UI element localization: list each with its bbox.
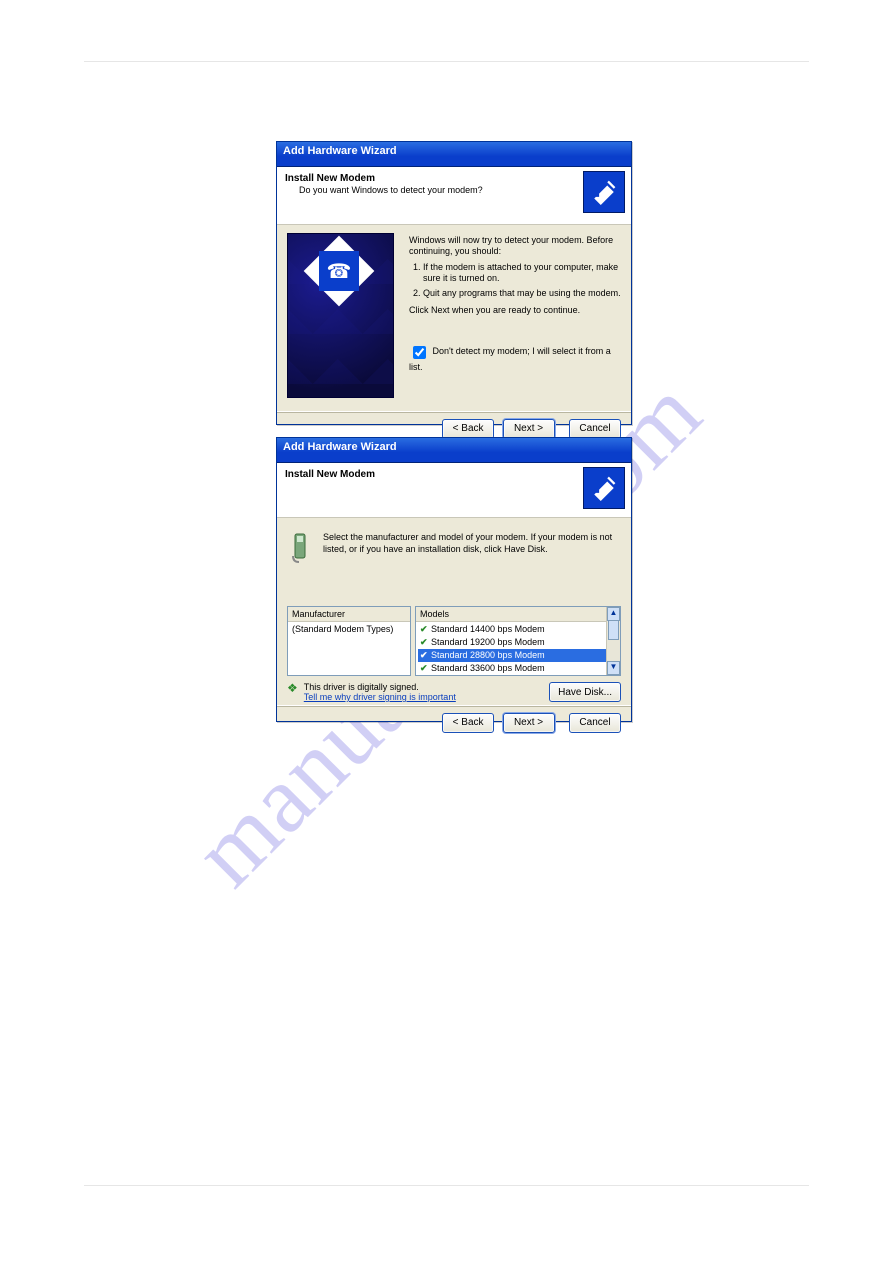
page-bottom-rule xyxy=(84,1185,809,1186)
next-button[interactable]: Next > xyxy=(503,713,555,733)
step-1: If the modem is attached to your compute… xyxy=(423,262,621,285)
header-title: Install New Modem xyxy=(285,173,623,184)
dont-detect-checkbox[interactable] xyxy=(413,346,426,359)
scrollbar[interactable]: ▲ ▼ xyxy=(606,607,620,675)
cancel-button[interactable]: Cancel xyxy=(569,419,621,439)
titlebar[interactable]: Add Hardware Wizard xyxy=(277,142,631,167)
scroll-thumb[interactable] xyxy=(608,620,619,640)
step-2: Quit any programs that may be using the … xyxy=(423,288,621,299)
scroll-up-icon[interactable]: ▲ xyxy=(607,607,620,621)
signed-driver-icon: ✔ xyxy=(420,624,431,635)
dialog-select-modem: Add Hardware Wizard Install New Modem Se… xyxy=(276,437,632,722)
signing-info-link[interactable]: Tell me why driver signing is important xyxy=(304,692,456,702)
signed-driver-icon: ✔ xyxy=(420,637,431,648)
manufacturer-header: Manufacturer xyxy=(288,607,410,622)
header-title: Install New Modem xyxy=(285,469,623,480)
model-item-selected[interactable]: ✔Standard 28800 bps Modem xyxy=(418,649,618,662)
models-listbox[interactable]: Models ✔Standard 14400 bps Modem ✔Standa… xyxy=(415,606,621,676)
model-item[interactable]: ✔Standard 14400 bps Modem xyxy=(418,623,618,636)
continue-text: Click Next when you are ready to continu… xyxy=(409,305,621,316)
scroll-down-icon[interactable]: ▼ xyxy=(607,661,620,675)
signed-badge-icon: ❖ xyxy=(287,682,298,702)
body-area: ☎ Windows will now try to detect your mo… xyxy=(277,225,631,411)
manufacturer-listbox[interactable]: Manufacturer (Standard Modem Types) xyxy=(287,606,411,676)
model-item[interactable]: ✔Standard 33600 bps Modem xyxy=(418,662,618,675)
signed-text: This driver is digitally signed. xyxy=(304,682,456,692)
titlebar[interactable]: Add Hardware Wizard xyxy=(277,438,631,463)
wizard-side-graphic: ☎ xyxy=(287,233,394,398)
back-button[interactable]: < Back xyxy=(442,419,494,439)
modem-header-icon xyxy=(583,467,625,509)
intro-text: Windows will now try to detect your mode… xyxy=(409,235,621,258)
manufacturer-item[interactable]: (Standard Modem Types) xyxy=(290,623,408,635)
signed-driver-icon: ✔ xyxy=(420,650,431,661)
body-area: Select the manufacturer and model of you… xyxy=(277,518,631,705)
dont-detect-text: Don't detect my modem; I will select it … xyxy=(409,346,611,371)
header-area: Install New Modem Do you want Windows to… xyxy=(277,167,631,225)
cellphone-icon xyxy=(289,532,315,568)
button-row: < Back Next > Cancel xyxy=(277,705,631,746)
signed-driver-icon: ✔ xyxy=(420,663,431,674)
header-subtitle: Do you want Windows to detect your modem… xyxy=(285,185,623,195)
have-disk-button[interactable]: Have Disk... xyxy=(549,682,621,702)
modem-header-icon xyxy=(583,171,625,213)
phone-icon: ☎ xyxy=(319,251,359,291)
dont-detect-label[interactable]: Don't detect my modem; I will select it … xyxy=(409,346,611,371)
model-item[interactable]: ✔Standard 19200 bps Modem xyxy=(418,636,618,649)
models-header: Models xyxy=(416,607,620,622)
page-top-rule xyxy=(84,61,809,62)
instruction-text: Select the manufacturer and model of you… xyxy=(323,532,619,555)
cancel-button[interactable]: Cancel xyxy=(569,713,621,733)
header-area: Install New Modem xyxy=(277,463,631,518)
next-button[interactable]: Next > xyxy=(503,419,555,439)
back-button[interactable]: < Back xyxy=(442,713,494,733)
dialog-detect-modem: Add Hardware Wizard Install New Modem Do… xyxy=(276,141,632,425)
